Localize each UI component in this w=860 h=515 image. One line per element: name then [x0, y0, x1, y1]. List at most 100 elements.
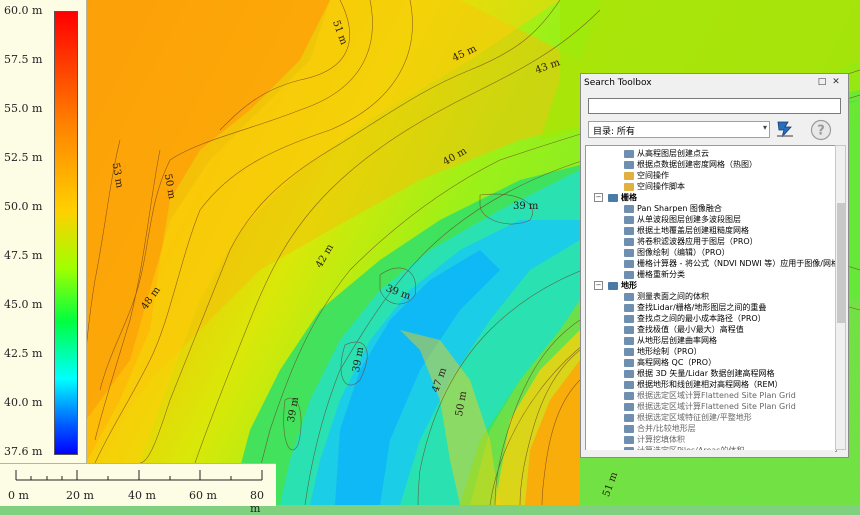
tree-item-label: 图像绘制（编辑）（PRO）	[637, 248, 730, 257]
tree-item-label: 计算挖填体积	[637, 435, 685, 444]
tree-item[interactable]: 空间操作	[624, 170, 669, 181]
tree-item[interactable]: 根据选定区域计算Flattened Site Plan Grid	[624, 401, 796, 412]
collapse-toggle[interactable]: −	[594, 193, 603, 202]
tool-icon	[624, 402, 634, 411]
tree-item-label: 根据点数据创建密度网格（热图）	[637, 160, 757, 169]
tool-icon	[624, 336, 634, 345]
tool-icon	[624, 292, 634, 301]
tree-item-label: 栅格	[621, 193, 637, 202]
chevron-down-icon: ▾	[762, 123, 767, 132]
contour-label: 39 m	[513, 201, 539, 212]
legend-label: 40.0 m	[4, 396, 43, 409]
tree-item-label: 空间操作	[637, 171, 669, 180]
tree-item[interactable]: 将卷积滤波器应用于图层（PRO）	[624, 236, 758, 247]
tree-item-label: Pan Sharpen 图像融合	[637, 204, 722, 213]
legend-label: 55.0 m	[4, 102, 43, 115]
svg-text:?: ?	[817, 124, 825, 139]
toolbox-tree[interactable]: 从高程图层创建点云根据点数据创建密度网格（热图） 空间操作空间操作脚本 − 栅格 Pan…	[585, 145, 837, 452]
tool-icon	[624, 391, 634, 400]
scale-label: 0 m	[8, 489, 29, 502]
tree-item-label: 空间操作脚本	[637, 182, 685, 191]
group-icon	[608, 193, 618, 202]
minimize-icon[interactable]: □	[817, 76, 827, 88]
tool-icon	[624, 237, 634, 246]
tree-item[interactable]: 查找Lidar/栅格/地形图层之间的重叠	[624, 302, 766, 313]
tree-item[interactable]: 根据点数据创建密度网格（热图）	[624, 159, 757, 170]
tool-icon	[624, 435, 634, 444]
tree-item[interactable]: 合并/比较地形层	[624, 423, 696, 434]
tool-icon	[624, 369, 634, 378]
tree-item[interactable]: 栅格重新分类	[624, 269, 685, 280]
tool-icon	[624, 160, 634, 169]
tree-item[interactable]: 空间操作脚本	[624, 181, 685, 192]
tree-item-label: 从单波段图层创建多波段图层	[637, 215, 741, 224]
tree-item-label: 测量表面之间的体积	[637, 292, 709, 301]
scrollbar-thumb[interactable]	[837, 203, 845, 323]
tree-item[interactable]: 根据选定区域特征创建/平整地形	[624, 412, 752, 423]
tree-item[interactable]: 从单波段图层创建多波段图层	[624, 214, 741, 225]
folder-icon	[624, 171, 634, 180]
tree-item-label: 根据地形和线创建相对高程网格（REM）	[637, 380, 783, 389]
tree-group[interactable]: − 地形	[594, 280, 637, 291]
search-toolbox-window: Search Toolbox □ ✕ 目录: 所有 ▾ ? 从高程图层创建点云根…	[580, 73, 849, 458]
tree-item[interactable]: 栅格计算器 - 将公式（NDVI NDWI 等）应用于图像/网格层	[624, 258, 836, 269]
tree-item[interactable]: 根据选定区域计算Flattened Site Plan Grid	[624, 390, 796, 401]
vertical-scrollbar[interactable]	[835, 145, 846, 450]
tree-item-label: 从地形层创建曲率网格	[637, 336, 717, 345]
tree-item[interactable]: 从高程图层创建点云	[624, 148, 709, 159]
catalog-select[interactable]: 目录: 所有 ▾	[588, 121, 770, 138]
help-button[interactable]: ?	[810, 119, 832, 141]
tree-item-label: 根据选定区域计算Flattened Site Plan Grid	[637, 402, 796, 411]
tree-item[interactable]: 图像绘制（编辑）（PRO）	[624, 247, 730, 258]
tree-item-label: 地形绘制（PRO）	[637, 347, 702, 356]
group-icon	[608, 281, 618, 290]
tree-item[interactable]: 根据地形和线创建相对高程网格（REM）	[624, 379, 783, 390]
scale-label: 20 m	[66, 489, 94, 502]
toolbox-titlebar[interactable]: Search Toolbox □ ✕	[581, 74, 848, 92]
tree-item-label: 根据选定区域计算Flattened Site Plan Grid	[637, 391, 796, 400]
tree-item[interactable]: 查找点之间的最小成本路径（PRO）	[624, 313, 766, 324]
tool-icon	[624, 226, 634, 235]
tree-item[interactable]: Pan Sharpen 图像融合	[624, 203, 722, 214]
tree-item[interactable]: 查找极值（最小/最大）高程值	[624, 324, 744, 335]
catalog-label: 目录:	[593, 127, 615, 137]
tree-item-label: 高程网格 QC（PRO）	[637, 358, 717, 367]
tool-icon	[624, 325, 634, 334]
collapse-toggle[interactable]: −	[594, 281, 603, 290]
tree-item[interactable]: 根据 3D 矢量/Lidar 数据创建高程网格	[624, 368, 775, 379]
search-input[interactable]	[588, 98, 841, 114]
tree-item-label: 地形	[621, 281, 637, 290]
tool-icon	[624, 149, 634, 158]
tree-item-label: 栅格重新分类	[637, 270, 685, 279]
elevation-legend: 60.0 m 57.5 m 55.0 m 52.5 m 50.0 m 47.5 …	[0, 0, 87, 463]
legend-label: 47.5 m	[4, 249, 43, 262]
tool-icon	[624, 259, 634, 268]
tree-item[interactable]: 高程网格 QC（PRO）	[624, 357, 716, 368]
tree-item[interactable]: 地形绘制（PRO）	[624, 346, 702, 357]
legend-label: 50.0 m	[4, 200, 43, 213]
tree-item-label: 从高程图层创建点云	[637, 149, 709, 158]
tree-item[interactable]: 根据土地覆盖层创建粗糙度网格	[624, 225, 749, 236]
close-icon[interactable]: ✕	[831, 76, 841, 88]
tree-item-label: 将卷积滤波器应用于图层（PRO）	[637, 237, 758, 246]
tree-item-label: 合并/比较地形层	[637, 424, 696, 433]
tree-item-label: 根据 3D 矢量/Lidar 数据创建高程网格	[637, 369, 775, 378]
tool-icon	[624, 248, 634, 257]
horizontal-scrollbar[interactable]	[585, 450, 835, 457]
legend-color-ramp	[54, 11, 78, 455]
help-icon: ?	[810, 119, 832, 141]
tool-icon	[624, 347, 634, 356]
scale-label: 40 m	[128, 489, 156, 502]
run-tool-button[interactable]	[774, 118, 796, 140]
tree-item-label: 查找点之间的最小成本路径（PRO）	[637, 314, 766, 323]
folder-icon	[624, 182, 634, 191]
scale-label: 60 m	[189, 489, 217, 502]
tool-icon	[624, 424, 634, 433]
tree-item-label: 根据选定区域特征创建/平整地形	[637, 413, 752, 422]
tree-item[interactable]: 计算挖填体积	[624, 434, 685, 445]
tree-group[interactable]: − 栅格	[594, 192, 637, 203]
scale-label: 80 m	[250, 489, 264, 515]
tree-item[interactable]: 测量表面之间的体积	[624, 291, 709, 302]
tree-item[interactable]: 从地形层创建曲率网格	[624, 335, 717, 346]
legend-label: 42.5 m	[4, 347, 43, 360]
